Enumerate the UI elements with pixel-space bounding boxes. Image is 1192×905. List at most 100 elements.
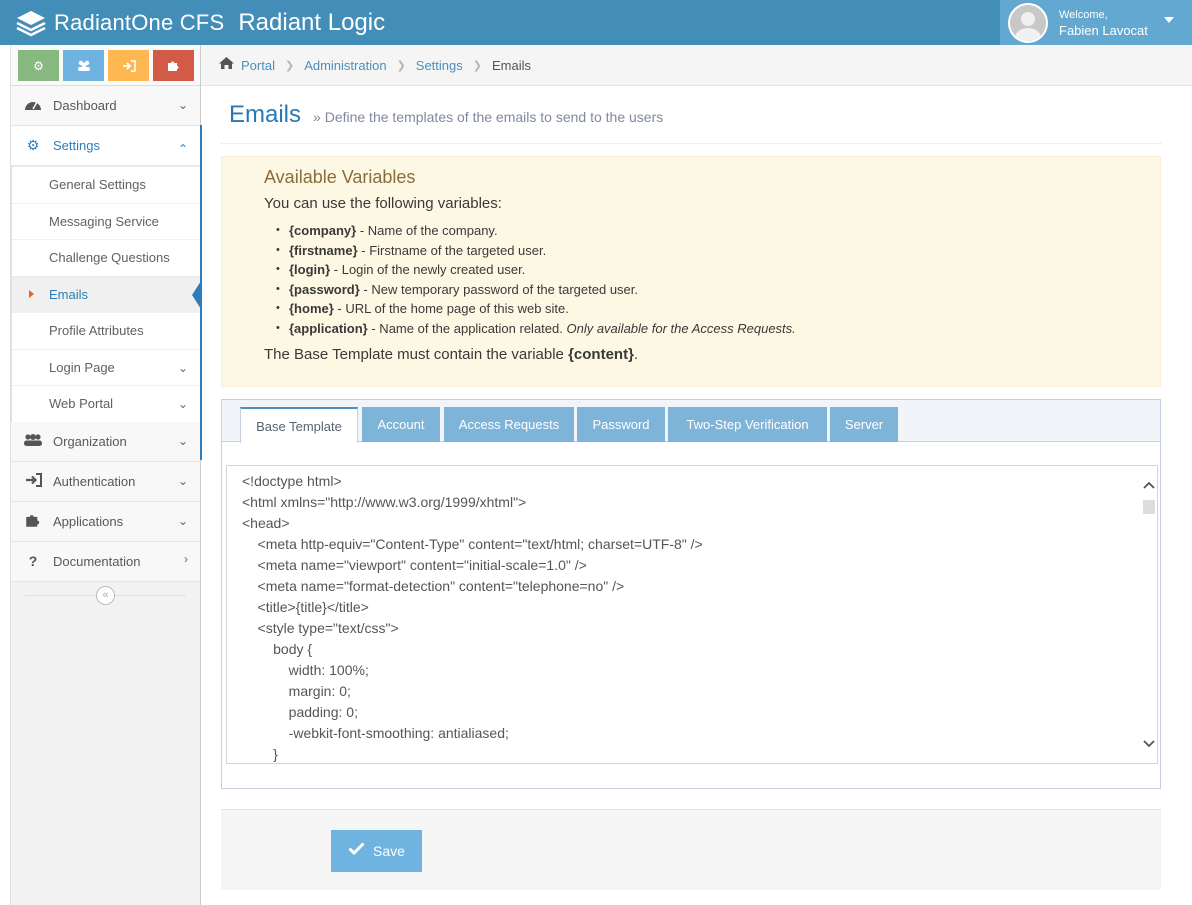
chevron-down-icon: ⌄ bbox=[177, 433, 188, 448]
sidebar-item-label: Profile Attributes bbox=[49, 323, 144, 339]
active-section-bar bbox=[200, 125, 202, 460]
sidebar-item-label: General Settings bbox=[49, 177, 146, 193]
code-line: <title>{title}</title> bbox=[242, 599, 369, 615]
variable-name: {home} bbox=[289, 301, 334, 317]
sign-in-icon bbox=[122, 59, 136, 72]
variable-name: {firstname} bbox=[289, 242, 358, 258]
tab-account[interactable]: Account bbox=[362, 407, 440, 442]
variables-footer-text: The Base Template must contain the varia… bbox=[264, 345, 569, 363]
chevron-down-icon: ⌄ bbox=[177, 98, 188, 112]
chevron-down-icon[interactable] bbox=[1142, 737, 1155, 751]
navbar: RadiantOne CFS Radiant Logic Welcome, Fa… bbox=[0, 0, 1192, 45]
code-line: padding: 0; bbox=[242, 704, 358, 720]
caret-down-icon[interactable] bbox=[1164, 17, 1174, 23]
code-line: <html xmlns="http://www.w3.org/1999/xhtm… bbox=[242, 494, 527, 510]
page-title: Emails bbox=[229, 100, 302, 128]
variable-name: {password} bbox=[289, 281, 360, 297]
template-code-editor[interactable]: <!doctype html> <html xmlns="http://www.… bbox=[226, 465, 1158, 764]
tab-base-template[interactable]: Base Template bbox=[240, 407, 358, 443]
sidebar-item-challenge-questions[interactable]: Challenge Questions bbox=[12, 239, 200, 276]
variable-desc: - Login of the newly created user. bbox=[330, 262, 526, 278]
sidebar-item-web-portal[interactable]: Web Portal ⌄ bbox=[12, 385, 200, 422]
product-name: RadiantOne CFS bbox=[54, 9, 225, 35]
breadcrumb-portal-link[interactable]: Portal bbox=[241, 58, 275, 73]
list-item: {password} - New temporary password of t… bbox=[276, 280, 1160, 300]
sidebar-item-organization[interactable]: Organization ⌄ bbox=[11, 421, 200, 462]
question-icon: ? bbox=[28, 553, 38, 569]
code-line: body { bbox=[242, 641, 313, 657]
sidebar-item-label: Emails bbox=[49, 286, 89, 302]
shortcut-applications-button[interactable] bbox=[153, 50, 194, 81]
tab-two-step-verification[interactable]: Two-Step Verification bbox=[668, 407, 827, 442]
scroll-thumb[interactable] bbox=[1143, 500, 1155, 514]
home-icon bbox=[218, 56, 235, 74]
cogs-icon: ⚙ bbox=[26, 137, 40, 153]
tab-password[interactable]: Password bbox=[577, 407, 665, 442]
sidebar-item-label: Login Page bbox=[49, 359, 115, 375]
sidebar-item-documentation[interactable]: ? Documentation › bbox=[11, 541, 200, 582]
sidebar-item-emails[interactable]: Emails bbox=[12, 275, 201, 312]
breadcrumb: Portal ❯ Administration ❯ Settings ❯ Ema… bbox=[201, 45, 1192, 86]
editor-scrollbar[interactable] bbox=[1140, 466, 1157, 763]
breadcrumb-administration-link[interactable]: Administration bbox=[304, 58, 386, 73]
layers-icon bbox=[16, 10, 46, 36]
user-avatar-icon bbox=[1015, 11, 1041, 41]
save-label: Save bbox=[373, 843, 405, 859]
sidebar-shortcuts: ⚙ bbox=[11, 45, 200, 86]
save-button[interactable]: Save bbox=[331, 830, 422, 872]
variable-desc: - Firstname of the targeted user. bbox=[357, 242, 547, 258]
shortcut-users-button[interactable] bbox=[63, 50, 104, 81]
variables-list: {company} - Name of the company. {firstn… bbox=[276, 221, 1160, 339]
sidebar-item-label: Challenge Questions bbox=[49, 250, 170, 266]
sidebar-item-label: Authentication bbox=[53, 473, 136, 489]
chevron-right-icon: ❯ bbox=[284, 59, 295, 72]
sidebar: ⚙ Dashboard ⌄ ⚙ Settings ⌃ General Setti… bbox=[10, 45, 202, 905]
sidebar-item-label: Messaging Service bbox=[49, 213, 159, 229]
variables-intro: You can use the following variables: bbox=[264, 195, 502, 212]
breadcrumb-current: Emails bbox=[491, 57, 531, 73]
chevron-up-icon[interactable] bbox=[1142, 478, 1155, 492]
brand[interactable]: RadiantOne CFS Radiant Logic bbox=[16, 0, 385, 45]
sidebar-item-authentication[interactable]: Authentication ⌄ bbox=[11, 461, 200, 502]
sidebar-item-dashboard[interactable]: Dashboard ⌄ bbox=[11, 86, 200, 126]
sidebar-item-label: Organization bbox=[53, 433, 127, 449]
variable-name: {application} bbox=[289, 320, 368, 336]
sidebar-item-settings[interactable]: ⚙ Settings ⌃ bbox=[11, 126, 200, 166]
check-icon bbox=[348, 842, 365, 860]
sidebar-item-login-page[interactable]: Login Page ⌄ bbox=[12, 348, 200, 386]
chevron-down-icon: ⌄ bbox=[177, 473, 188, 488]
sidebar-item-messaging-service[interactable]: Messaging Service bbox=[12, 202, 200, 240]
tab-strip: Base Template Account Access Requests Pa… bbox=[222, 400, 1160, 443]
page-subtitle-text: Define the templates of the emails to se… bbox=[324, 109, 664, 125]
breadcrumb-settings-link[interactable]: Settings bbox=[416, 58, 463, 73]
sidebar-item-label: Web Portal bbox=[49, 396, 114, 412]
tab-access-requests[interactable]: Access Requests bbox=[444, 407, 574, 442]
shortcut-settings-button[interactable]: ⚙ bbox=[18, 50, 59, 81]
shortcut-login-button[interactable] bbox=[108, 50, 149, 81]
code-line: <head> bbox=[242, 515, 290, 531]
list-item: {firstname} - Firstname of the targeted … bbox=[276, 241, 1160, 261]
tab-server[interactable]: Server bbox=[830, 407, 898, 442]
user-menu[interactable]: Welcome, Fabien Lavocat bbox=[1000, 0, 1192, 45]
variables-footer: The Base Template must contain the varia… bbox=[264, 346, 1160, 363]
sidebar-item-label: Dashboard bbox=[53, 98, 117, 113]
double-chevron-right-icon: » bbox=[313, 109, 325, 125]
sidebar-item-label: Settings bbox=[53, 138, 100, 153]
double-chevron-left-icon[interactable]: « bbox=[96, 585, 115, 605]
sidebar-collapse: « bbox=[11, 582, 200, 608]
chevron-up-icon: ⌃ bbox=[177, 142, 188, 156]
user-name: Fabien Lavocat bbox=[1059, 22, 1148, 38]
variable-desc: - Name of the company. bbox=[356, 223, 498, 238]
variables-footer-end: . bbox=[633, 345, 639, 363]
chevron-down-icon: ⌄ bbox=[177, 397, 188, 411]
chevron-right-icon: › bbox=[184, 551, 188, 566]
dashboard-icon bbox=[23, 97, 43, 114]
sidebar-item-applications[interactable]: Applications ⌄ bbox=[11, 501, 200, 542]
code-line: margin: 0; bbox=[242, 683, 351, 699]
sidebar-item-profile-attributes[interactable]: Profile Attributes bbox=[12, 312, 200, 349]
code-line: <meta name="viewport" content="initial-s… bbox=[242, 557, 587, 573]
code-line: -webkit-font-smoothing: antialiased; bbox=[242, 725, 509, 741]
variable-name: {login} bbox=[289, 262, 331, 278]
sidebar-item-general-settings[interactable]: General Settings bbox=[12, 166, 200, 203]
chevron-right-icon: ❯ bbox=[396, 59, 406, 72]
